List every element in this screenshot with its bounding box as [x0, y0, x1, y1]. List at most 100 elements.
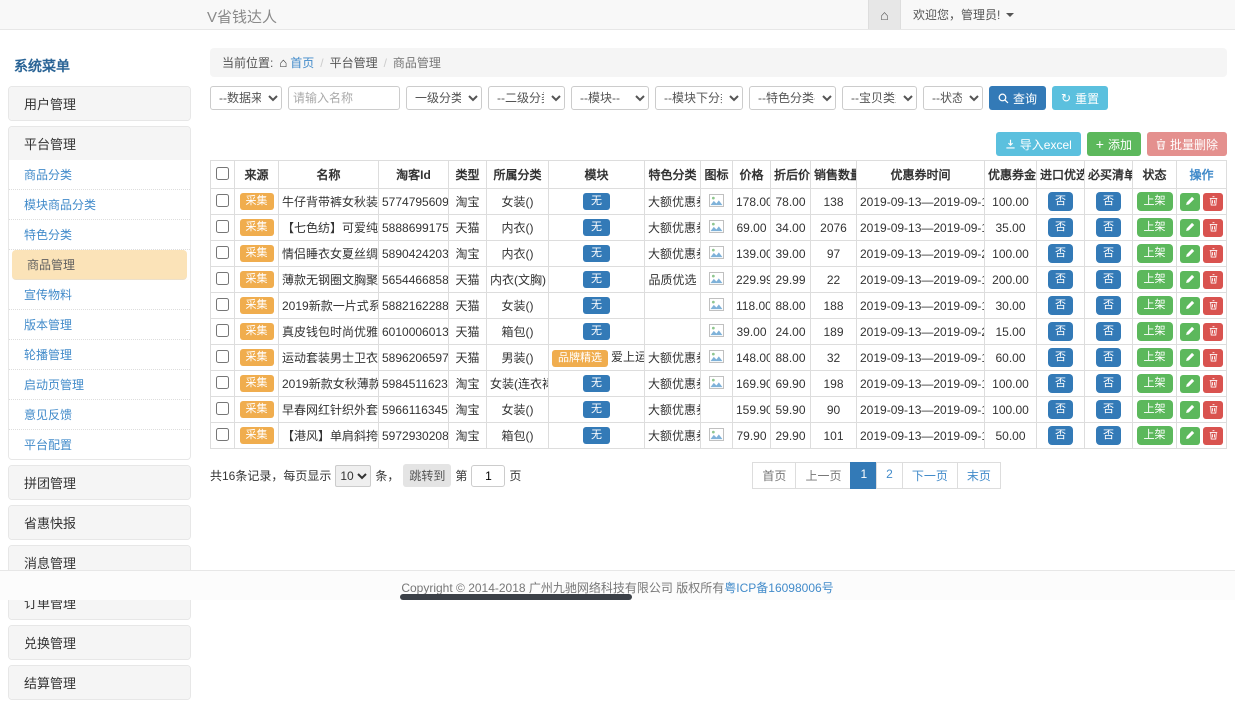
status-badge[interactable]: 上架 — [1137, 322, 1173, 341]
page-size-select[interactable]: 10 — [335, 465, 371, 487]
sidebar-section-用户管理[interactable]: 用户管理 — [9, 87, 190, 120]
sidebar-section-拼团管理[interactable]: 拼团管理 — [9, 466, 190, 499]
user-dropdown[interactable]: 欢迎您，管理员! — [905, 0, 1022, 29]
edit-button[interactable] — [1180, 193, 1200, 211]
search-button[interactable]: 查询 — [989, 86, 1046, 110]
status-select[interactable]: --状态-- — [923, 86, 983, 110]
must-buy-toggle[interactable]: 否 — [1096, 296, 1121, 315]
must-buy-toggle[interactable]: 否 — [1096, 426, 1121, 445]
delete-button[interactable] — [1203, 427, 1223, 445]
delete-button[interactable] — [1203, 323, 1223, 341]
status-badge[interactable]: 上架 — [1137, 244, 1173, 263]
status-badge[interactable]: 上架 — [1137, 218, 1173, 237]
status-badge[interactable]: 上架 — [1137, 426, 1173, 445]
delete-button[interactable] — [1203, 245, 1223, 263]
edit-button[interactable] — [1180, 427, 1200, 445]
sidebar-item-商品管理[interactable]: 商品管理 — [12, 250, 187, 280]
sidebar-item-轮播管理[interactable]: 轮播管理 — [9, 340, 190, 370]
must-buy-toggle[interactable]: 否 — [1096, 348, 1121, 367]
feature-category-select[interactable]: --特色分类-- — [749, 86, 836, 110]
import-select-toggle[interactable]: 否 — [1048, 296, 1073, 315]
delete-button[interactable] — [1203, 401, 1223, 419]
delete-button[interactable] — [1203, 375, 1223, 393]
delete-button[interactable] — [1203, 349, 1223, 367]
import-excel-button[interactable]: 导入excel — [996, 132, 1081, 156]
row-checkbox[interactable] — [216, 402, 229, 415]
must-buy-toggle[interactable]: 否 — [1096, 244, 1121, 263]
import-select-toggle[interactable]: 否 — [1048, 218, 1073, 237]
sidebar-section-省惠快报[interactable]: 省惠快报 — [9, 506, 190, 539]
icp-link[interactable]: 粤ICP备16098006号 — [724, 581, 833, 595]
pager-上一页[interactable]: 上一页 — [795, 462, 851, 489]
status-badge[interactable]: 上架 — [1137, 374, 1173, 393]
import-select-toggle[interactable]: 否 — [1048, 192, 1073, 211]
import-select-toggle[interactable]: 否 — [1048, 348, 1073, 367]
must-buy-toggle[interactable]: 否 — [1096, 218, 1121, 237]
import-select-toggle[interactable]: 否 — [1048, 400, 1073, 419]
edit-button[interactable] — [1180, 271, 1200, 289]
row-checkbox[interactable] — [216, 376, 229, 389]
row-checkbox[interactable] — [216, 246, 229, 259]
delete-button[interactable] — [1203, 271, 1223, 289]
must-buy-toggle[interactable]: 否 — [1096, 374, 1121, 393]
sidebar-item-宣传物料[interactable]: 宣传物料 — [9, 280, 190, 310]
delete-button[interactable] — [1203, 219, 1223, 237]
import-select-toggle[interactable]: 否 — [1048, 270, 1073, 289]
row-checkbox[interactable] — [216, 272, 229, 285]
sidebar-section-兑换管理[interactable]: 兑换管理 — [9, 626, 190, 659]
must-buy-toggle[interactable]: 否 — [1096, 322, 1121, 341]
edit-button[interactable] — [1180, 349, 1200, 367]
sidebar-item-商品分类[interactable]: 商品分类 — [9, 160, 190, 190]
sidebar-section-结算管理[interactable]: 结算管理 — [9, 666, 190, 699]
pager-2[interactable]: 2 — [876, 462, 903, 489]
data-source-select[interactable]: --数据来源-- — [210, 86, 282, 110]
import-select-toggle[interactable]: 否 — [1048, 426, 1073, 445]
module-subcategory-select[interactable]: --模块下分类-- — [655, 86, 743, 110]
must-buy-toggle[interactable]: 否 — [1096, 270, 1121, 289]
edit-button[interactable] — [1180, 245, 1200, 263]
status-badge[interactable]: 上架 — [1137, 296, 1173, 315]
item-type-select[interactable]: --宝贝类型-- — [842, 86, 917, 110]
batch-delete-button[interactable]: 批量删除 — [1147, 132, 1227, 156]
row-checkbox[interactable] — [216, 298, 229, 311]
delete-button[interactable] — [1203, 193, 1223, 211]
status-badge[interactable]: 上架 — [1137, 270, 1173, 289]
sidebar-section-平台管理[interactable]: 平台管理 — [9, 127, 190, 160]
row-checkbox[interactable] — [216, 220, 229, 233]
sidebar-item-平台配置[interactable]: 平台配置 — [9, 430, 190, 459]
row-checkbox[interactable] — [216, 194, 229, 207]
row-checkbox[interactable] — [216, 350, 229, 363]
sidebar-item-意见反馈[interactable]: 意见反馈 — [9, 400, 190, 430]
edit-button[interactable] — [1180, 375, 1200, 393]
select-all-checkbox[interactable] — [216, 167, 229, 180]
sidebar-item-特色分类[interactable]: 特色分类 — [9, 220, 190, 250]
row-checkbox[interactable] — [216, 428, 229, 441]
add-button[interactable]: + 添加 — [1087, 132, 1141, 156]
row-checkbox[interactable] — [216, 324, 229, 337]
module-select[interactable]: --模块-- — [571, 86, 649, 110]
must-buy-toggle[interactable]: 否 — [1096, 192, 1121, 211]
name-input[interactable] — [288, 86, 400, 110]
status-badge[interactable]: 上架 — [1137, 400, 1173, 419]
sidebar-item-版本管理[interactable]: 版本管理 — [9, 310, 190, 340]
jump-page-input[interactable] — [471, 465, 505, 487]
edit-button[interactable] — [1180, 219, 1200, 237]
reset-button[interactable]: ↻ 重置 — [1052, 86, 1108, 110]
jump-button[interactable]: 跳转到 — [403, 464, 451, 487]
level1-category-select[interactable]: 一级分类 — [406, 86, 482, 110]
pager-末页[interactable]: 末页 — [957, 462, 1001, 489]
edit-button[interactable] — [1180, 297, 1200, 315]
status-badge[interactable]: 上架 — [1137, 192, 1173, 211]
sidebar-item-模块商品分类[interactable]: 模块商品分类 — [9, 190, 190, 220]
delete-button[interactable] — [1203, 297, 1223, 315]
status-badge[interactable]: 上架 — [1137, 348, 1173, 367]
must-buy-toggle[interactable]: 否 — [1096, 400, 1121, 419]
pager-下一页[interactable]: 下一页 — [902, 462, 958, 489]
breadcrumb-home-link[interactable]: ⌂ 首页 — [279, 54, 314, 71]
sidebar-item-启动页管理[interactable]: 启动页管理 — [9, 370, 190, 400]
edit-button[interactable] — [1180, 401, 1200, 419]
pager-1[interactable]: 1 — [850, 462, 877, 489]
import-select-toggle[interactable]: 否 — [1048, 244, 1073, 263]
import-select-toggle[interactable]: 否 — [1048, 322, 1073, 341]
pager-首页[interactable]: 首页 — [752, 462, 796, 489]
